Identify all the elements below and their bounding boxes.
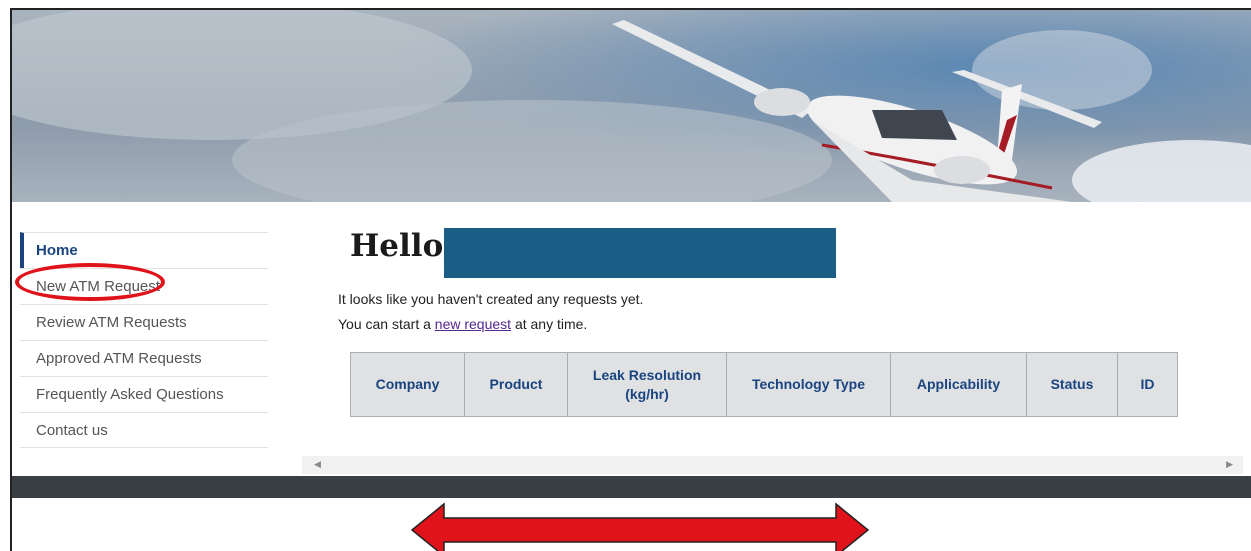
sidebar-item-faq[interactable]: Frequently Asked Questions bbox=[20, 376, 268, 412]
hero-banner-airplane-image bbox=[12, 10, 1251, 202]
sidebar-item-review-atm-requests[interactable]: Review ATM Requests bbox=[20, 304, 268, 340]
col-header-leak-resolution[interactable]: Leak Resolution (kg/hr) bbox=[567, 352, 727, 417]
new-request-link[interactable]: new request bbox=[435, 316, 511, 332]
annotation-double-arrow-icon bbox=[410, 502, 870, 551]
sidebar-item-new-atm-request[interactable]: New ATM Request bbox=[20, 268, 268, 304]
start-request-message: You can start a new request at any time. bbox=[338, 316, 588, 332]
col-header-technology-type[interactable]: Technology Type bbox=[726, 352, 891, 417]
scroll-left-icon[interactable]: ◀ bbox=[314, 459, 321, 470]
footer-bar bbox=[12, 476, 1251, 498]
horizontal-scrollbar[interactable]: ◀ ▶ bbox=[302, 456, 1243, 474]
table-header-row: Company Product Leak Resolution (kg/hr) … bbox=[350, 352, 1178, 417]
sidebar-nav: Home New ATM Request Review ATM Requests… bbox=[20, 232, 268, 448]
page-title: Hello, bbox=[350, 228, 455, 264]
empty-state-message: It looks like you haven't created any re… bbox=[338, 291, 644, 307]
col-header-company[interactable]: Company bbox=[350, 352, 465, 417]
sidebar-item-home[interactable]: Home bbox=[20, 232, 268, 268]
sidebar-item-label: Frequently Asked Questions bbox=[36, 386, 224, 403]
sidebar-item-contact-us[interactable]: Contact us bbox=[20, 412, 268, 448]
col-header-id[interactable]: ID bbox=[1117, 352, 1178, 417]
requests-table: Company Product Leak Resolution (kg/hr) … bbox=[350, 352, 1178, 417]
col-header-applicability[interactable]: Applicability bbox=[890, 352, 1027, 417]
col-header-product[interactable]: Product bbox=[464, 352, 568, 417]
sidebar-item-approved-atm-requests[interactable]: Approved ATM Requests bbox=[20, 340, 268, 376]
sidebar-item-label: Approved ATM Requests bbox=[36, 350, 202, 367]
redacted-username bbox=[444, 228, 836, 278]
sidebar-item-label: Home bbox=[36, 242, 78, 259]
sidebar-item-label: New ATM Request bbox=[36, 278, 160, 295]
col-header-status[interactable]: Status bbox=[1026, 352, 1118, 417]
app-window: Home New ATM Request Review ATM Requests… bbox=[10, 8, 1251, 551]
sidebar-item-label: Contact us bbox=[36, 421, 108, 439]
sidebar-item-label: Review ATM Requests bbox=[36, 314, 187, 331]
scroll-right-icon[interactable]: ▶ bbox=[1226, 459, 1233, 470]
